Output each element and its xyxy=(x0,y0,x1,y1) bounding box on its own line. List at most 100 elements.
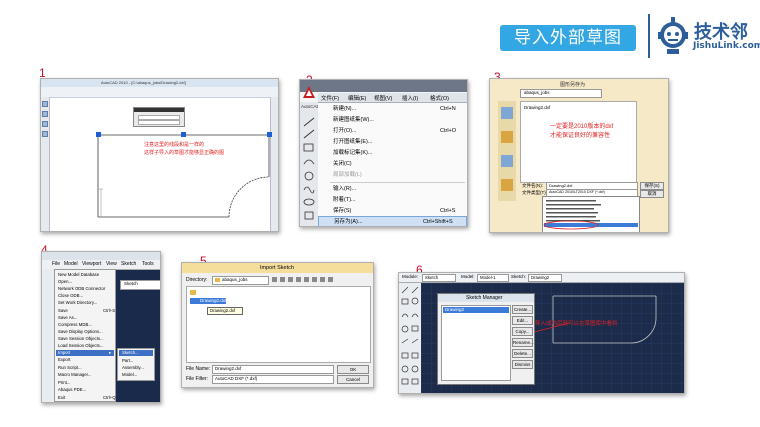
menu-item-import[interactable]: 输入(R)... xyxy=(318,184,467,195)
submenu-item-part[interactable]: Part... xyxy=(122,358,133,363)
ok-button[interactable]: OK xyxy=(337,365,369,374)
menu-item-partial-load[interactable]: 局部加载(L) xyxy=(318,170,467,181)
step4-import-submenu: Sketch... Part... Assembly... Model... xyxy=(117,348,155,381)
menu-separator xyxy=(330,182,465,183)
dismiss-button[interactable]: Dismiss xyxy=(512,360,533,369)
module-select[interactable]: Sketch xyxy=(422,274,456,282)
file-name-input[interactable]: Drawing2.dxf xyxy=(212,365,334,374)
sketch-manager-titlebar: Sketch Manager xyxy=(438,294,534,302)
rename-button[interactable]: Rename... xyxy=(512,338,534,347)
create-button[interactable]: Create... xyxy=(512,305,533,314)
places-icon[interactable] xyxy=(501,155,513,167)
copy-button[interactable]: Copy... xyxy=(512,327,533,336)
step5-toolbar-icons[interactable] xyxy=(270,276,370,284)
places-icon[interactable] xyxy=(501,179,513,191)
menu-item[interactable]: Export xyxy=(58,357,70,362)
edit-button[interactable]: Edit... xyxy=(512,316,533,325)
menu-item-new-sheetset[interactable]: 新建图纸集(W)... xyxy=(318,115,467,126)
step5-import-sketch-dialog: Import Sketch Directory: abaqus_jobs Dra… xyxy=(181,262,374,388)
step3-annotation-line2: 才能保证良好的兼容性 xyxy=(550,133,611,139)
file-item[interactable]: Drawing2.dxf xyxy=(524,105,550,110)
file-type-dropdown-list[interactable] xyxy=(542,196,640,232)
file-filter-select[interactable]: AutoCAD DXF (*.dxf) xyxy=(212,375,334,384)
step3-file-list: Drawing2.dxf xyxy=(520,101,637,183)
menu-item-close[interactable]: 关闭(C) xyxy=(318,159,467,170)
step3-places-bar xyxy=(498,101,516,201)
file-item-selected[interactable]: Drawing2.dxf xyxy=(190,298,226,304)
save-button[interactable]: 保存(S) xyxy=(640,182,664,190)
delete-button[interactable]: Delete... xyxy=(512,349,533,358)
menu-item-open-sheetset[interactable]: 打开图纸集(E)... xyxy=(318,137,467,148)
menu-view[interactable]: View xyxy=(106,261,117,267)
directory-select[interactable]: abaqus_jobs xyxy=(212,276,269,285)
file-tooltip: Drawing2.dxf xyxy=(207,307,243,315)
menu-item[interactable]: Load Session Objects... xyxy=(58,343,103,348)
file-filter-label: File Filter: xyxy=(186,376,208,382)
step3-annotation-line1: 一定要是2010版本的dxf xyxy=(550,124,614,130)
menu-shortcut: Ctrl+Q xyxy=(103,395,116,400)
menu-item-save-as[interactable]: 另存为(A)... Ctrl+Shift+S xyxy=(318,216,467,226)
menu-view[interactable]: 视图(V) xyxy=(374,94,392,102)
submenu-item-sketch[interactable]: Sketch... xyxy=(119,350,153,356)
menu-item-new[interactable]: 新建(N)... Ctrl+N xyxy=(318,104,467,115)
menu-item[interactable]: Network ODB Connector xyxy=(58,286,105,291)
menu-item-open[interactable]: 打开(O)... Ctrl+O xyxy=(318,126,467,137)
menu-edit[interactable]: 编辑(E) xyxy=(348,94,366,102)
folder-icon xyxy=(190,290,196,295)
menu-tools[interactable]: Tools xyxy=(142,261,154,267)
sketch-manager-dialog: Sketch Manager Drawing2 Create... Edit..… xyxy=(437,293,535,385)
menu-item[interactable]: Compress MDB... xyxy=(58,322,92,327)
step5-file-list: Drawing2.dxf Drawing2.dxf xyxy=(186,286,371,363)
menu-item[interactable]: Run Script... xyxy=(58,365,82,370)
sketch-list-item[interactable]: Drawing2 xyxy=(443,307,509,313)
menu-item[interactable]: Abaqus PDE... xyxy=(58,387,86,392)
model-select[interactable]: Model-1 xyxy=(477,274,509,282)
step6-annotation: 导入成功后就可以在草图库中看到 xyxy=(535,321,618,327)
step1-annotation-line2: 这样子导入的草图才能够显正确的图 xyxy=(144,150,225,156)
step2-draw-toolbar: AutoCAD xyxy=(300,102,320,226)
module-label: Module: xyxy=(402,274,419,279)
step5-titlebar: Import Sketch xyxy=(182,263,373,273)
menu-item[interactable]: Save Display Options... xyxy=(58,329,103,334)
menu-file[interactable]: File xyxy=(52,261,60,267)
step6-context-bar: Module: Sketch Model: Model-1 Sketch: Dr… xyxy=(399,273,684,283)
step6-sketch-manager-screenshot: Module: Sketch Model: Model-1 Sketch: Dr… xyxy=(398,272,685,394)
menu-item[interactable]: Print... xyxy=(58,380,70,385)
menu-item[interactable]: Macro Manager... xyxy=(58,372,91,377)
menu-item[interactable]: Save xyxy=(58,308,68,313)
menu-file[interactable]: 文件(F) xyxy=(321,94,339,102)
menu-item[interactable]: Save As... xyxy=(58,315,77,320)
step1-autocad-screenshot: AutoCAD 2010 - [C:\abaqus_jobs\Drawing2.… xyxy=(40,78,279,232)
slide-title: 导入外部草图 xyxy=(500,25,636,51)
menu-format[interactable]: 格式(O) xyxy=(430,94,449,102)
menu-insert[interactable]: 插入(I) xyxy=(402,94,418,102)
menu-item-import-highlight[interactable]: Import ▸ xyxy=(56,350,114,356)
autocad-app-icon[interactable] xyxy=(302,85,316,99)
sketch-combo[interactable]: Sketch xyxy=(120,280,160,290)
sketch-manager-title: Sketch Manager xyxy=(466,295,503,301)
submenu-item-assembly[interactable]: Assembly... xyxy=(122,365,144,370)
menu-item[interactable]: Set Work Directory... xyxy=(58,300,97,305)
step2-file-menu: 新建(N)... Ctrl+N 新建图纸集(W)... 打开(O)... Ctrl+… xyxy=(318,103,467,226)
cancel-button[interactable]: 取消 xyxy=(640,190,664,198)
menu-model[interactable]: Model xyxy=(64,261,78,267)
places-icon[interactable] xyxy=(501,107,513,119)
step6-sketch-toolbox xyxy=(399,283,421,393)
step5-title: Import Sketch xyxy=(260,265,294,271)
menu-item[interactable]: Open... xyxy=(58,279,72,284)
menu-item-load-markup[interactable]: 加载标记集(K)... xyxy=(318,148,467,159)
menu-sketch[interactable]: Sketch xyxy=(121,261,136,267)
places-icon[interactable] xyxy=(501,131,513,143)
directory-label: Directory: xyxy=(186,277,208,283)
cancel-button[interactable]: Cancel xyxy=(337,375,369,384)
menu-item[interactable]: Close ODB... xyxy=(58,293,83,298)
sketch-select[interactable]: Drawing2 xyxy=(528,274,562,282)
header-divider xyxy=(648,14,650,58)
menu-item[interactable]: New Model Database xyxy=(58,272,99,277)
menu-item[interactable]: Save Session Objects... xyxy=(58,336,104,341)
menu-viewport[interactable]: Viewport xyxy=(82,261,101,267)
menu-item-attach[interactable]: 附着(T)... xyxy=(318,195,467,206)
submenu-item-model[interactable]: Model... xyxy=(122,372,137,377)
step3-folder-combo[interactable]: abaqus_jobs xyxy=(520,89,602,98)
menu-item[interactable]: Exit xyxy=(58,395,65,400)
